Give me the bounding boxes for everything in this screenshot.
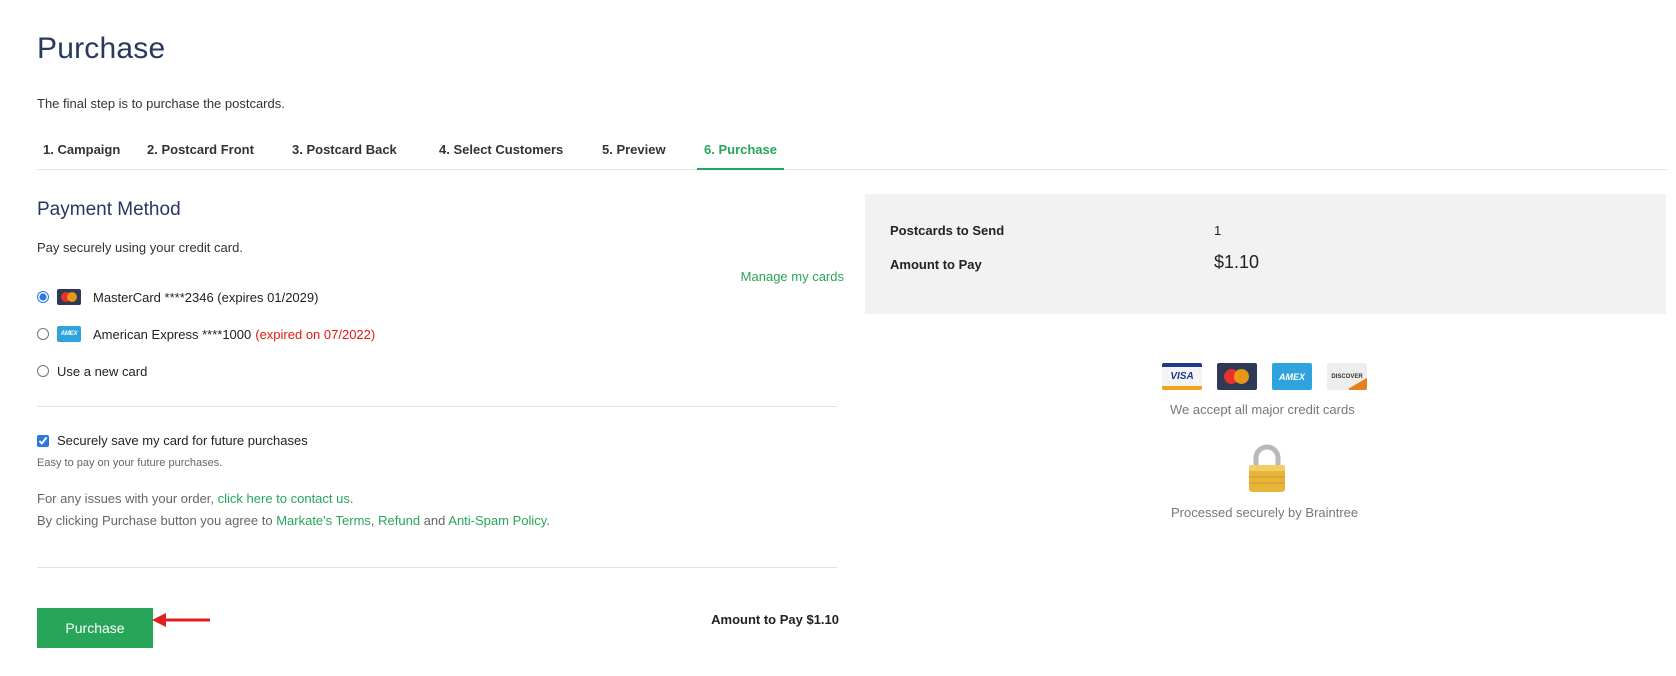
card-option-amex[interactable]: AMEX American Express ****1000 (expired … (37, 324, 375, 344)
amex-expired-note: (expired on 07/2022) (255, 326, 376, 342)
refund-link[interactable]: Refund (378, 513, 420, 528)
contact-us-link[interactable]: click here to contact us (218, 491, 350, 506)
tab-postcard-front[interactable]: 2. Postcard Front (140, 142, 261, 170)
save-card-label: Securely save my card for future purchas… (57, 433, 308, 448)
mastercard-label: MasterCard ****2346 (expires 01/2029) (93, 289, 319, 305)
save-card-option[interactable]: Securely save my card for future purchas… (37, 433, 308, 448)
payment-subtitle: Pay securely using your credit card. (37, 240, 243, 255)
terms-link[interactable]: Markate's Terms (276, 513, 371, 528)
processed-by-text: Processed securely by Braintree (1171, 505, 1359, 520)
postcards-label: Postcards to Send (890, 223, 1005, 238)
purchase-button[interactable]: Purchase (37, 608, 153, 648)
mastercard-badge-icon (1217, 363, 1257, 390)
amex-label: American Express ****1000 (93, 326, 252, 342)
step-tabs: 1. Campaign 2. Postcard Front 3. Postcar… (37, 130, 1667, 170)
issues-prefix: For any issues with your order, (37, 491, 218, 506)
visa-icon: VISA (1162, 363, 1202, 390)
tab-purchase[interactable]: 6. Purchase (697, 142, 784, 170)
discover-icon: DISCOVER (1327, 363, 1367, 390)
mastercard-radio[interactable] (37, 291, 49, 303)
divider (37, 406, 837, 407)
divider (37, 567, 837, 568)
amex-icon: AMEX (57, 326, 81, 342)
issues-text: For any issues with your order, click he… (37, 491, 354, 506)
order-summary: Postcards to Send 1 Amount to Pay $1.10 (865, 194, 1666, 314)
agreement-text: By clicking Purchase button you agree to… (37, 513, 550, 528)
manage-cards-link[interactable]: Manage my cards (741, 269, 844, 284)
red-arrow-icon (152, 613, 210, 627)
card-brands: VISA AMEX DISCOVER (1162, 363, 1367, 390)
save-card-sub: Easy to pay on your future purchases. (37, 457, 223, 469)
postcards-value: 1 (1214, 223, 1222, 238)
page-intro: The final step is to purchase the postca… (37, 96, 285, 111)
amex-radio[interactable] (37, 328, 49, 340)
anti-spam-link[interactable]: Anti-Spam Policy (448, 513, 546, 528)
issues-suffix: . (349, 491, 354, 506)
card-option-mastercard[interactable]: MasterCard ****2346 (expires 01/2029) (37, 287, 318, 307)
amount-label: Amount to Pay (890, 257, 982, 272)
amount-value: $1.10 (1214, 252, 1260, 272)
tab-postcard-back[interactable]: 3. Postcard Back (285, 142, 404, 170)
save-card-checkbox[interactable] (37, 434, 49, 447)
new-card-label: Use a new card (57, 363, 148, 379)
amount-to-pay-footer: Amount to Pay $1.10 (711, 612, 839, 627)
payment-method-title: Payment Method (37, 199, 181, 220)
lock-icon (1249, 444, 1285, 492)
agree-and: and (420, 513, 449, 528)
tab-preview[interactable]: 5. Preview (595, 142, 673, 170)
tab-campaign[interactable]: 1. Campaign (36, 142, 127, 170)
page-title: Purchase (37, 32, 166, 65)
new-card-radio[interactable] (37, 365, 49, 377)
amex-badge-icon: AMEX (1272, 363, 1312, 390)
mastercard-icon (57, 289, 81, 305)
card-option-new[interactable]: Use a new card (37, 361, 147, 381)
tab-select-customers[interactable]: 4. Select Customers (432, 142, 570, 170)
agree-prefix: By clicking Purchase button you agree to (37, 513, 277, 528)
agree-period: . (546, 513, 550, 528)
accept-cards-text: We accept all major credit cards (1170, 402, 1355, 417)
